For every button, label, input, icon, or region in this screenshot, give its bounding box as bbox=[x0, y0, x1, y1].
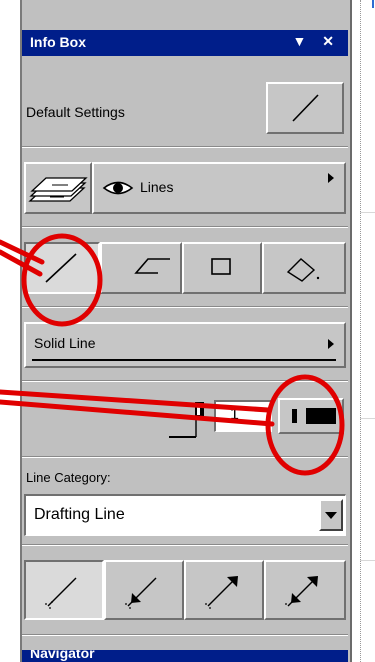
layer-selector[interactable]: Lines bbox=[92, 162, 346, 214]
rectangle-icon bbox=[211, 258, 231, 275]
rotated-rectangle-icon bbox=[286, 258, 320, 282]
arrow-both-icon bbox=[285, 576, 318, 607]
pen-icon bbox=[169, 402, 204, 438]
line-weight-button[interactable] bbox=[278, 398, 344, 434]
line-tool-icon bbox=[292, 94, 319, 122]
line-category-dropdown[interactable]: Drafting Line bbox=[24, 494, 346, 536]
no-arrowhead-icon bbox=[45, 577, 77, 609]
dropdown-arrow-button[interactable] bbox=[319, 499, 343, 531]
geometry-polyline-button[interactable] bbox=[100, 242, 182, 294]
line-category-label: Line Category: bbox=[26, 470, 111, 485]
screenshot: Info Box ▼ ✕ Default Settings Lines Soli… bbox=[0, 0, 375, 662]
triangle-right-icon bbox=[328, 339, 334, 349]
tool-settings-button[interactable] bbox=[266, 82, 344, 134]
triangle-right-icon bbox=[328, 173, 334, 183]
eye-icon bbox=[102, 181, 134, 195]
default-settings-label: Default Settings bbox=[26, 104, 125, 120]
single-line-icon bbox=[45, 253, 77, 283]
arrow-end-icon bbox=[205, 576, 238, 609]
line-category-value: Drafting Line bbox=[34, 506, 125, 523]
arrowhead-end-button[interactable] bbox=[184, 560, 264, 620]
solid-line-preview bbox=[32, 359, 336, 361]
navigator-title-bar[interactable]: Navigator bbox=[22, 650, 348, 662]
geometry-single-line-button[interactable] bbox=[24, 242, 100, 294]
polyline-icon bbox=[134, 258, 170, 274]
palette-title: Info Box bbox=[30, 34, 86, 50]
drawing-area[interactable] bbox=[0, 0, 20, 662]
geometry-rectangle-button[interactable] bbox=[182, 242, 262, 294]
layer-name: Lines bbox=[140, 179, 174, 195]
line-type-name: Solid Line bbox=[34, 335, 96, 351]
navigator-title: Navigator bbox=[30, 650, 95, 661]
geometry-rotated-rectangle-button[interactable] bbox=[262, 242, 346, 294]
arrowhead-both-button[interactable] bbox=[264, 560, 346, 620]
pen-number-value: 1 bbox=[230, 406, 239, 423]
title-bar-controls[interactable]: ▼ ✕ bbox=[293, 33, 340, 50]
layer-settings-button[interactable] bbox=[24, 162, 92, 214]
line-type-selector[interactable]: Solid Line bbox=[24, 322, 346, 368]
window-edge bbox=[350, 0, 375, 662]
arrow-start-icon bbox=[125, 577, 157, 609]
pen-number-field[interactable]: 1 bbox=[214, 400, 272, 432]
chevron-down-icon bbox=[325, 512, 337, 519]
arrowhead-none-button[interactable] bbox=[24, 560, 104, 620]
arrowhead-start-button[interactable] bbox=[104, 560, 184, 620]
info-box-title-bar[interactable]: Info Box ▼ ✕ bbox=[22, 30, 348, 56]
line-weight-icon bbox=[292, 408, 336, 424]
layers-icon bbox=[28, 177, 88, 202]
